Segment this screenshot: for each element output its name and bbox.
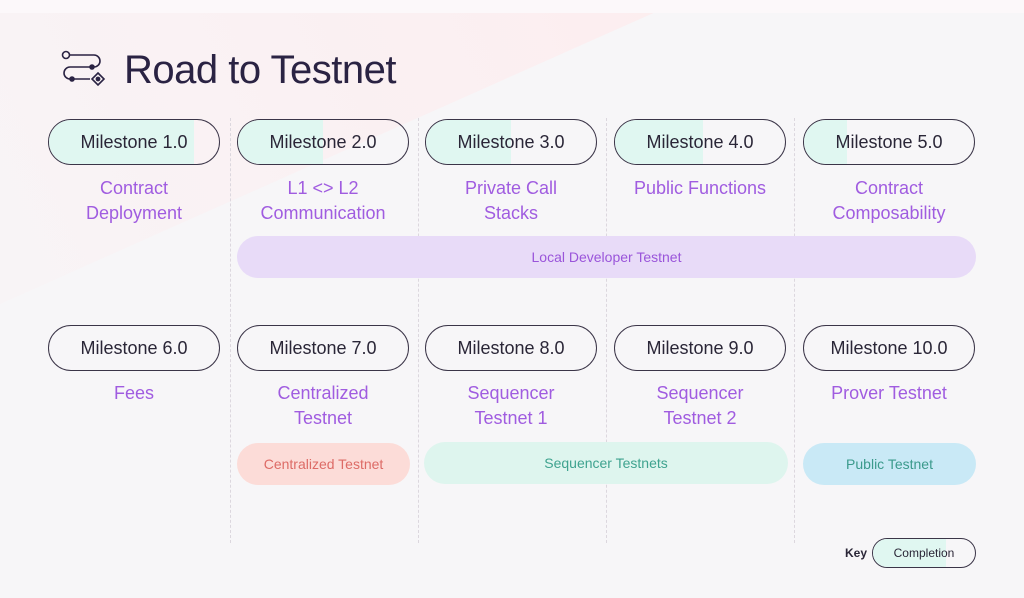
milestone-description: Fees xyxy=(44,381,224,431)
milestone-label: Milestone 2.0 xyxy=(269,131,377,152)
milestone-description: Sequencer Testnet 2 xyxy=(610,381,790,431)
description-line: Prover Testnet xyxy=(831,383,947,403)
milestone-description: Contract Deployment xyxy=(44,176,224,226)
column-divider xyxy=(418,118,419,543)
page-title: Road to Testnet xyxy=(124,48,396,92)
milestone-pill: Milestone 2.0 xyxy=(237,119,409,165)
milestone-label: Milestone 5.0 xyxy=(835,131,943,152)
description-line: Fees xyxy=(113,383,155,403)
milestone-pill: Milestone 8.0 xyxy=(425,325,597,371)
milestone-label: Milestone 7.0 xyxy=(269,337,377,358)
column-divider xyxy=(230,118,231,543)
description-line xyxy=(44,406,224,431)
milestone-description: Contract Composability xyxy=(799,176,979,226)
phase-public-testnet: Public Testnet xyxy=(803,443,976,485)
description-line: Testnet 2 xyxy=(663,408,737,428)
description-line: Testnet xyxy=(293,408,353,428)
description-line: Contract xyxy=(854,178,924,198)
description-line: Composability xyxy=(832,203,946,223)
milestone-pill: Milestone 7.0 xyxy=(237,325,409,371)
milestone-label: Milestone 1.0 xyxy=(80,131,188,152)
milestone-pill: Milestone 9.0 xyxy=(614,325,786,371)
phase-local-developer-testnet: Local Developer Testnet xyxy=(237,236,976,278)
milestone-pill: Milestone 10.0 xyxy=(803,325,975,371)
description-line: Deployment xyxy=(85,203,183,223)
milestone-label: Milestone 6.0 xyxy=(80,337,188,358)
roadmap-path-icon xyxy=(61,50,106,86)
header: Road to Testnet xyxy=(60,48,396,93)
key-label: Key xyxy=(845,546,868,560)
description-line: Public Functions xyxy=(633,178,767,198)
milestone-pill: Milestone 1.0 xyxy=(48,119,220,165)
background xyxy=(0,13,1024,598)
milestone-pill: Milestone 3.0 xyxy=(425,119,597,165)
milestone-pill: Milestone 5.0 xyxy=(803,119,975,165)
description-line: Communication xyxy=(260,203,386,223)
description-line: L1 <> L2 xyxy=(287,178,359,198)
top-strip xyxy=(0,0,1024,13)
milestone-label: Milestone 3.0 xyxy=(457,131,565,152)
description-line xyxy=(610,201,790,226)
milestone-label: Milestone 10.0 xyxy=(830,337,948,358)
description-line: Private Call xyxy=(464,178,558,198)
milestone-label: Milestone 9.0 xyxy=(646,337,754,358)
description-line: Centralized xyxy=(277,383,369,403)
column-divider xyxy=(794,118,795,543)
description-line: Sequencer xyxy=(656,383,744,403)
description-line: Sequencer xyxy=(467,383,555,403)
milestone-description: Centralized Testnet xyxy=(233,381,413,431)
description-line: Contract xyxy=(99,178,169,198)
milestone-label: Milestone 8.0 xyxy=(457,337,565,358)
description-line: Testnet 1 xyxy=(474,408,548,428)
milestone-description: Prover Testnet xyxy=(799,381,979,431)
milestone-description: Sequencer Testnet 1 xyxy=(421,381,601,431)
milestone-pill: Milestone 4.0 xyxy=(614,119,786,165)
milestone-description: Public Functions xyxy=(610,176,790,226)
key-completion: Completion xyxy=(872,538,976,568)
milestone-description: Private Call Stacks xyxy=(421,176,601,226)
description-line xyxy=(799,406,979,431)
milestone-description: L1 <> L2 Communication xyxy=(233,176,413,226)
phase-sequencer-testnets: Sequencer Testnets xyxy=(424,442,788,484)
milestone-pill: Milestone 6.0 xyxy=(48,325,220,371)
key-completion-label: Completion xyxy=(893,546,955,560)
milestone-label: Milestone 4.0 xyxy=(646,131,754,152)
phase-centralized-testnet: Centralized Testnet xyxy=(237,443,410,485)
description-line: Stacks xyxy=(483,203,539,223)
